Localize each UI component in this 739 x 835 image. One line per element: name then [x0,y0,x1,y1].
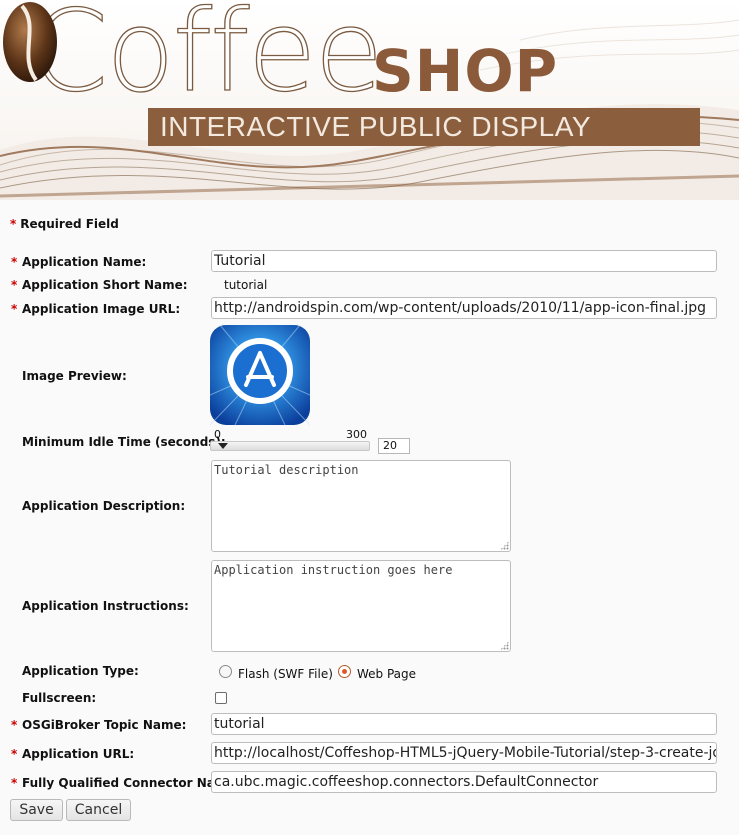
required-marker: * [11,278,18,292]
app-url-label: * Application URL: [11,747,135,761]
header-banner: Coffee SHOP INTERACTIVE PUBLIC DISPLAY [0,0,739,200]
topic-name-input[interactable]: tutorial [211,713,717,735]
min-idle-time-label: Minimum Idle Time (seconds): [22,435,226,449]
app-description-textarea[interactable]: Tutorial description [211,460,511,552]
slider-max-label: 300 [346,428,367,441]
slider-min-label: 0 [214,428,221,441]
save-button[interactable]: Save [10,799,63,821]
app-name-input[interactable]: Tutorial [211,250,717,272]
app-name-label: * Application Name: [11,255,147,269]
required-marker: * [11,302,18,316]
app-type-label: Application Type: [22,664,139,678]
resize-grip-icon[interactable] [500,541,509,550]
app-description-label: Application Description: [22,499,186,513]
brand-shop-text: SHOP [372,37,559,105]
required-marker: * [11,718,18,732]
app-image-url-input[interactable]: http://androidspin.com/wp-content/upload… [211,297,717,319]
required-marker: * [11,776,18,790]
required-marker: * [10,217,17,231]
radio-web-page[interactable] [338,665,351,678]
app-short-name-value: tutorial [224,278,268,292]
app-image-url-label: * Application Image URL: [11,302,181,316]
connector-name-input[interactable]: ca.ubc.magic.coffeeshop.connectors.Defau… [211,771,717,793]
resize-grip-icon[interactable] [500,641,509,650]
app-url-input[interactable]: http://localhost/Coffeshop-HTML5-jQuery-… [211,742,717,764]
coffee-bean-icon [3,2,57,82]
fullscreen-checkbox[interactable] [215,692,227,704]
connector-name-label: * Fully Qualified Connector Name: [11,776,241,790]
required-marker: * [11,747,18,761]
cancel-button[interactable]: Cancel [66,799,131,821]
topic-name-label: * OSGiBroker Topic Name: [11,718,187,732]
slider-thumb[interactable] [218,443,228,449]
app-store-icon [210,325,310,425]
radio-web-page-label[interactable]: Web Page [357,667,416,681]
tagline-text: INTERACTIVE PUBLIC DISPLAY [160,111,592,142]
radio-flash[interactable] [219,665,232,678]
image-preview-label: Image Preview: [22,369,127,383]
brand-coffee-text: Coffee [29,0,384,117]
radio-flash-label[interactable]: Flash (SWF File) [238,667,333,681]
fullscreen-label: Fullscreen: [22,691,97,705]
required-field-note: * Required Field [10,217,119,231]
app-instructions-label: Application Instructions: [22,599,189,613]
app-short-name-label: * Application Short Name: [11,278,188,292]
idle-time-value[interactable]: 20 [378,438,410,454]
idle-time-slider[interactable] [210,441,370,451]
app-instructions-textarea[interactable]: Application instruction goes here [211,560,511,652]
required-marker: * [11,255,18,269]
